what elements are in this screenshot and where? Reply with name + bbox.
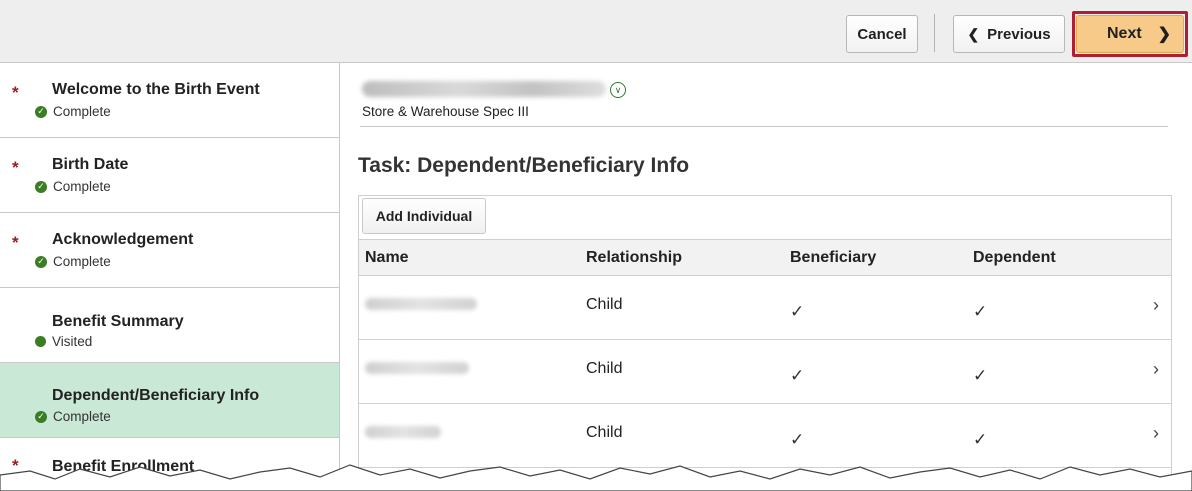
step-status-text: Complete [53,104,111,119]
next-button[interactable]: Next ❯ [1076,15,1184,53]
step-status: ✓ Complete [35,409,111,424]
beneficiary-check-icon: ✓ [790,302,805,321]
cancel-button[interactable]: Cancel [846,15,918,53]
step-status: ✓ Complete [35,179,111,194]
check-circle-icon: ✓ [35,180,47,193]
torn-edge-decoration [0,464,1192,491]
toolbar-divider [934,14,935,52]
next-label: Next [1107,25,1142,42]
step-status-text: Complete [53,409,111,424]
beneficiary-check-icon: ✓ [790,430,805,449]
step-status-text: Complete [53,254,111,269]
relationship-cell: Child [586,424,623,441]
required-icon: * [12,233,19,252]
step-status: ✓ Complete [35,254,111,269]
step-status-text: Visited [52,334,93,349]
chevron-right-icon: ❯ [1157,26,1171,43]
relationship-cell: Child [586,296,623,313]
page-title: Task: Dependent/Beneficiary Info [358,154,690,177]
step-title: Benefit Summary [52,313,184,330]
main-content: ∨ Store & Warehouse Spec III Task: Depen… [340,63,1192,491]
step-status-text: Complete [53,179,111,194]
chevron-left-icon: ❮ [967,25,980,42]
header-divider [360,126,1168,127]
sidebar-step-welcome[interactable]: * Welcome to the Birth Event ✓ Complete [0,63,339,138]
step-sidebar: * Welcome to the Birth Event ✓ Complete … [0,63,340,491]
required-icon: * [12,158,19,177]
previous-label: Previous [987,25,1051,43]
sidebar-step-dependent-beneficiary[interactable]: Dependent/Beneficiary Info ✓ Complete [0,363,339,438]
name-redacted [365,426,441,438]
table-header: Name Relationship Beneficiary Dependent [359,240,1171,276]
dependent-check-icon: ✓ [973,302,988,321]
employee-name-redacted [362,81,606,97]
dependent-check-icon: ✓ [973,366,988,385]
dependent-check-icon: ✓ [973,430,988,449]
chevron-right-icon[interactable]: › [1153,423,1159,444]
app-frame: Cancel ❮ Previous Next ❯ * Welcome to th… [0,0,1192,491]
check-circle-icon: ✓ [35,105,47,118]
step-title: Dependent/Beneficiary Info [52,387,260,404]
sidebar-step-acknowledgement[interactable]: * Acknowledgement ✓ Complete [0,213,339,288]
column-header-name: Name [365,249,409,266]
dependents-grid: Add Individual Name Relationship Benefic… [358,195,1172,491]
chevron-right-icon[interactable]: › [1153,295,1159,316]
sidebar-step-benefit-summary[interactable]: Benefit Summary Visited [0,288,339,363]
check-circle-icon: ✓ [35,255,47,268]
step-status: ✓ Complete [35,104,111,119]
grid-toolbar: Add Individual [359,196,1171,240]
visited-dot-icon [35,336,46,347]
column-header-dependent: Dependent [973,249,1056,266]
name-redacted [365,298,477,310]
table-row[interactable]: Child ✓ ✓ › [359,340,1171,404]
step-title: Birth Date [52,156,129,173]
top-toolbar: Cancel ❮ Previous Next ❯ [0,0,1192,63]
chevron-right-icon[interactable]: › [1153,359,1159,380]
column-header-relationship: Relationship [586,249,683,266]
beneficiary-check-icon: ✓ [790,366,805,385]
check-circle-icon: ✓ [35,410,47,423]
column-header-beneficiary: Beneficiary [790,249,877,266]
required-icon: * [12,83,19,102]
chevron-down-circle-icon[interactable]: ∨ [610,82,626,98]
sidebar-step-birth-date[interactable]: * Birth Date ✓ Complete [0,138,339,213]
name-redacted [365,362,469,374]
step-title: Welcome to the Birth Event [52,81,260,98]
step-status: Visited [35,334,92,349]
table-row[interactable]: Child ✓ ✓ › [359,276,1171,340]
employee-job-title: Store & Warehouse Spec III [362,104,529,119]
relationship-cell: Child [586,360,623,377]
add-individual-button[interactable]: Add Individual [362,198,486,234]
previous-button[interactable]: ❮ Previous [953,15,1065,53]
step-title: Acknowledgement [52,231,194,248]
